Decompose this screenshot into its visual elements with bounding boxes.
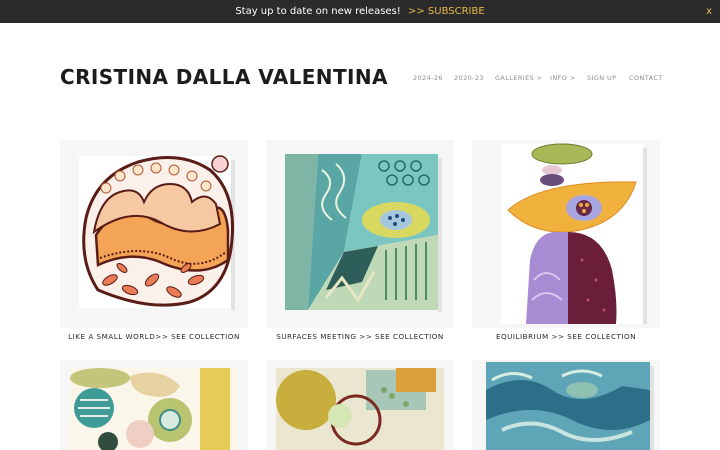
artwork-row2-right[interactable] bbox=[472, 360, 660, 450]
nav-item-sign-up[interactable]: SIGN UP bbox=[587, 74, 617, 82]
artwork-surfaces-meeting[interactable] bbox=[266, 140, 454, 328]
artwork-like-a-small-world[interactable] bbox=[60, 140, 248, 328]
main-nav: 2024-26 2020-23 GALLERIES > INFO > SIGN … bbox=[0, 74, 720, 86]
nav-item-2020-23[interactable]: 2020-23 bbox=[454, 74, 484, 82]
nav-item-2024-26[interactable]: 2024-26 bbox=[413, 74, 443, 82]
artwork-row2-left[interactable] bbox=[60, 360, 248, 450]
nav-item-contact[interactable]: CONTACT bbox=[629, 74, 663, 82]
subscribe-link[interactable]: >> SUBSCRIBE bbox=[408, 6, 485, 17]
nav-item-galleries[interactable]: GALLERIES > bbox=[495, 74, 542, 82]
caption-like-a-small-world[interactable]: LIKE A SMALL WORLD>> SEE COLLECTION bbox=[60, 332, 248, 341]
announcement-message: Stay up to date on new releases! bbox=[235, 6, 401, 17]
announcement-bar: Stay up to date on new releases! >> SUBS… bbox=[0, 0, 720, 23]
caption-equilibrium[interactable]: EQUILIBRIUM >> SEE COLLECTION bbox=[472, 332, 660, 341]
close-icon[interactable]: x bbox=[706, 0, 712, 23]
nav-item-info[interactable]: INFO > bbox=[550, 74, 576, 82]
caption-surfaces-meeting[interactable]: SURFACES MEETING >> SEE COLLECTION bbox=[266, 332, 454, 341]
artwork-equilibrium[interactable] bbox=[472, 140, 660, 328]
artwork-row2-center[interactable] bbox=[266, 360, 454, 450]
